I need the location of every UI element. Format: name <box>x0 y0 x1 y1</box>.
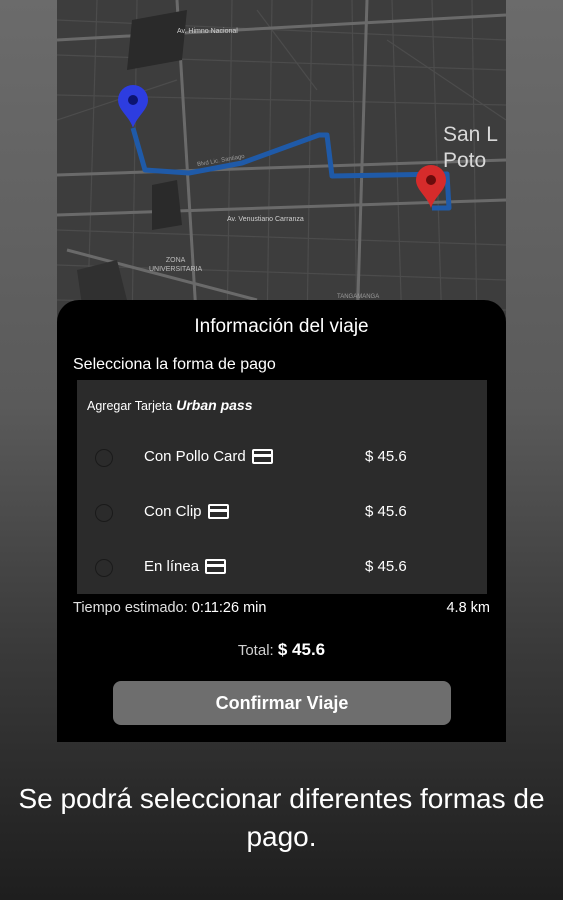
payment-option-price: $ 45.6 <box>365 503 407 520</box>
total-value: $ 45.6 <box>277 640 326 659</box>
payment-option-price: $ 45.6 <box>365 448 407 465</box>
major-streets <box>57 0 506 330</box>
payment-options-panel: Agregar Tarjeta Urban pass Con Pollo Card… <box>77 380 487 594</box>
payment-section-label: Selecciona la forma de pago <box>73 356 276 373</box>
payment-option-label: Con Pollo Card <box>144 448 273 465</box>
minor-streets <box>57 0 506 330</box>
total-label: Total: <box>237 642 274 659</box>
origin-pin-icon <box>118 85 148 128</box>
radio-button[interactable] <box>95 559 113 577</box>
route-map[interactable]: Av. Himno Nacional Av. Venustiano Carran… <box>57 0 506 330</box>
estimated-time-value: 0:11:26 min <box>191 600 267 616</box>
trip-info-sheet: Información del viaje Selecciona la form… <box>57 300 506 742</box>
add-card-label: Agregar Tarjeta <box>87 399 173 413</box>
phone-screen: Av. Himno Nacional Av. Venustiano Carran… <box>57 0 506 742</box>
total: Total: $ 45.6 <box>57 640 506 660</box>
credit-card-icon <box>205 559 227 574</box>
payment-option-pollo-card[interactable]: Con Pollo Card $ 45.6 <box>77 436 487 476</box>
district-line: UNIVERSITARIA <box>149 266 203 273</box>
payment-option-label: En línea <box>144 558 227 575</box>
add-card-link[interactable]: Agregar Tarjeta Urban pass <box>87 397 253 413</box>
district-label: ZONA UNIVERSITARIA <box>149 256 202 274</box>
payment-option-online[interactable]: En línea $ 45.6 <box>77 546 487 586</box>
distance-value: 4.8 km <box>446 600 490 616</box>
sheet-title: Información del viaje <box>194 316 369 337</box>
option-text: En línea <box>144 558 200 575</box>
estimated-time: Tiempo estimado: 0:11:26 min <box>73 600 266 616</box>
street-label: Av. Venustiano Carranza <box>227 216 304 223</box>
payment-option-clip[interactable]: Con Clip $ 45.6 <box>77 491 487 531</box>
district-line: ZONA <box>165 257 186 264</box>
promo-caption: Se podrá seleccionar diferentes formas d… <box>18 783 545 852</box>
option-text: Con Pollo Card <box>144 448 246 465</box>
map-graphics <box>57 0 506 330</box>
street-label: Av. Himno Nacional <box>177 28 238 35</box>
estimated-time-label: Tiempo estimado: <box>73 600 188 616</box>
confirm-trip-button[interactable]: Confirmar Viaje <box>113 681 451 725</box>
credit-card-icon <box>251 449 273 464</box>
option-text: Con Clip <box>144 503 202 520</box>
radio-button[interactable] <box>95 504 113 522</box>
payment-option-label: Con Clip <box>144 503 229 520</box>
city-label: San L Poto <box>443 123 498 172</box>
payment-option-price: $ 45.6 <box>365 558 407 575</box>
brand-label: Urban pass <box>176 397 253 413</box>
radio-button[interactable] <box>95 449 113 467</box>
credit-card-icon <box>207 504 229 519</box>
park-area <box>152 180 182 230</box>
park-area <box>127 10 187 70</box>
